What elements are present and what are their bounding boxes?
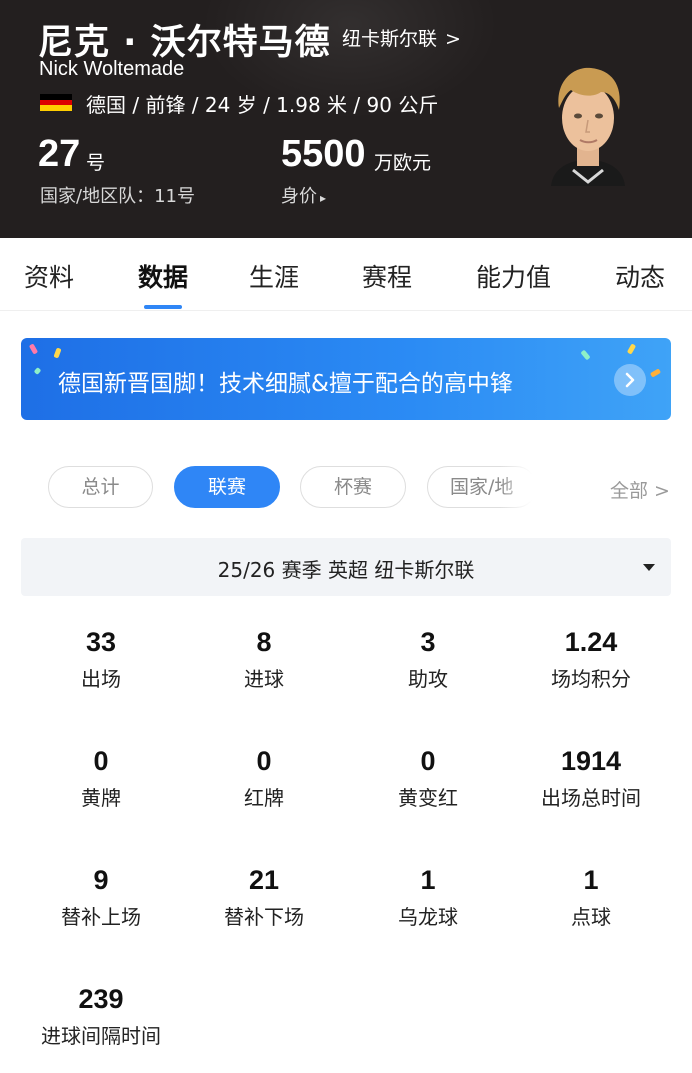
stat-value: 1914	[560, 746, 622, 776]
player-info-line: 德国 / 前锋 / 24 岁 / 1.98 米 / 90 公斤	[86, 93, 439, 117]
promo-banner[interactable]: 德国新晋国脚！技术细腻&擅于配合的高中锋	[21, 338, 671, 420]
club-link[interactable]: 纽卡斯尔联 >	[342, 24, 461, 51]
stat-label: 出场总时间	[541, 786, 641, 810]
stat-points-per-game: 1.24 场均积分	[509, 626, 673, 692]
stat-label: 红牌	[244, 786, 284, 810]
stat-second-yellow: 0 黄变红	[346, 745, 510, 811]
tab-news[interactable]: 动态	[615, 258, 665, 294]
caret-down-icon	[643, 564, 655, 571]
chip-scroll-fade	[500, 462, 580, 512]
club-link-label: 纽卡斯尔联	[342, 28, 438, 50]
stat-label: 进球间隔时间	[41, 1024, 161, 1048]
stat-value: 1.24	[564, 627, 618, 657]
all-filters-link[interactable]: 全部 >	[610, 476, 670, 503]
stat-minutes-per-goal: 239 进球间隔时间	[19, 983, 183, 1049]
stat-value: 239	[78, 984, 124, 1014]
banner-text: 德国新晋国脚！技术细腻&擅于配合的高中锋	[58, 371, 513, 397]
stat-goals: 8 进球	[182, 626, 346, 692]
market-value-link[interactable]: 身价 ▸	[281, 182, 326, 208]
stat-penalties: 1 点球	[509, 864, 673, 930]
stat-yellow-cards: 0 黄牌	[19, 745, 183, 811]
season-dropdown[interactable]: 25/26 赛季 英超 纽卡斯尔联	[21, 538, 671, 596]
stat-red-cards: 0 红牌	[182, 745, 346, 811]
stat-assists: 3 助攻	[346, 626, 510, 692]
market-value: 5500	[281, 133, 366, 175]
national-team-number: 国家/地区队：11号	[40, 186, 195, 207]
confetti-decoration	[580, 349, 591, 361]
confetti-decoration	[28, 343, 39, 355]
tab-profile[interactable]: 资料	[24, 258, 74, 294]
active-tab-indicator	[144, 305, 182, 309]
chevron-right-icon: >	[445, 28, 461, 50]
stat-label: 替补上场	[61, 905, 141, 929]
filter-chip-cup[interactable]: 杯赛	[300, 466, 406, 508]
stat-sub-off: 21 替补下场	[182, 864, 346, 930]
stat-value: 8	[256, 627, 272, 657]
stat-sub-on: 9 替补上场	[19, 864, 183, 930]
stat-label: 黄变红	[398, 786, 458, 810]
stat-label: 进球	[244, 667, 284, 691]
stat-label: 替补下场	[224, 905, 304, 929]
market-value-label: 身价	[281, 186, 317, 207]
stat-label: 点球	[571, 905, 611, 929]
tab-bar: 资料 数据 生涯 赛程 能力值 动态	[0, 238, 692, 311]
stat-value: 9	[93, 865, 109, 895]
confetti-decoration	[649, 368, 662, 378]
filter-chip-league[interactable]: 联赛	[174, 466, 280, 508]
stat-value: 3	[420, 627, 436, 657]
chevron-right-icon[interactable]	[614, 364, 646, 396]
stat-label: 场均积分	[551, 667, 631, 691]
all-filters-label: 全部	[610, 480, 649, 502]
shirt-number: 27	[38, 133, 81, 175]
player-header: 尼克 · 沃尔特马德 纽卡斯尔联 > Nick Woltemade 德国 / 前锋…	[0, 0, 692, 238]
stat-label: 出场	[81, 667, 121, 691]
tab-stats[interactable]: 数据	[138, 258, 188, 294]
confetti-decoration	[53, 347, 62, 359]
tab-ability[interactable]: 能力值	[476, 258, 551, 294]
tab-career[interactable]: 生涯	[249, 258, 299, 294]
stat-label: 助攻	[408, 667, 448, 691]
player-name-en: Nick Woltemade	[39, 58, 185, 80]
filter-chip-total[interactable]: 总计	[48, 466, 153, 508]
player-avatar	[543, 62, 633, 186]
stat-value: 1	[420, 865, 436, 895]
stat-value: 21	[248, 865, 280, 895]
stat-value: 0	[256, 746, 272, 776]
stat-value: 33	[85, 627, 117, 657]
confetti-decoration	[626, 343, 637, 355]
stat-value: 0	[420, 746, 436, 776]
stat-value: 0	[93, 746, 109, 776]
chevron-right-icon: >	[654, 480, 670, 502]
confetti-decoration	[33, 367, 42, 375]
stat-value: 1	[583, 865, 599, 895]
season-dropdown-value: 25/26 赛季 英超 纽卡斯尔联	[217, 558, 475, 582]
tab-schedule[interactable]: 赛程	[362, 258, 412, 294]
stat-appearances: 33 出场	[19, 626, 183, 692]
market-value-unit: 万欧元	[374, 152, 432, 174]
germany-flag-icon	[40, 94, 72, 111]
shirt-number-unit: 号	[86, 152, 106, 174]
caret-right-icon: ▸	[320, 191, 327, 205]
stat-own-goals: 1 乌龙球	[346, 864, 510, 930]
stat-label: 黄牌	[81, 786, 121, 810]
stat-minutes-played: 1914 出场总时间	[509, 745, 673, 811]
stat-label: 乌龙球	[398, 905, 458, 929]
